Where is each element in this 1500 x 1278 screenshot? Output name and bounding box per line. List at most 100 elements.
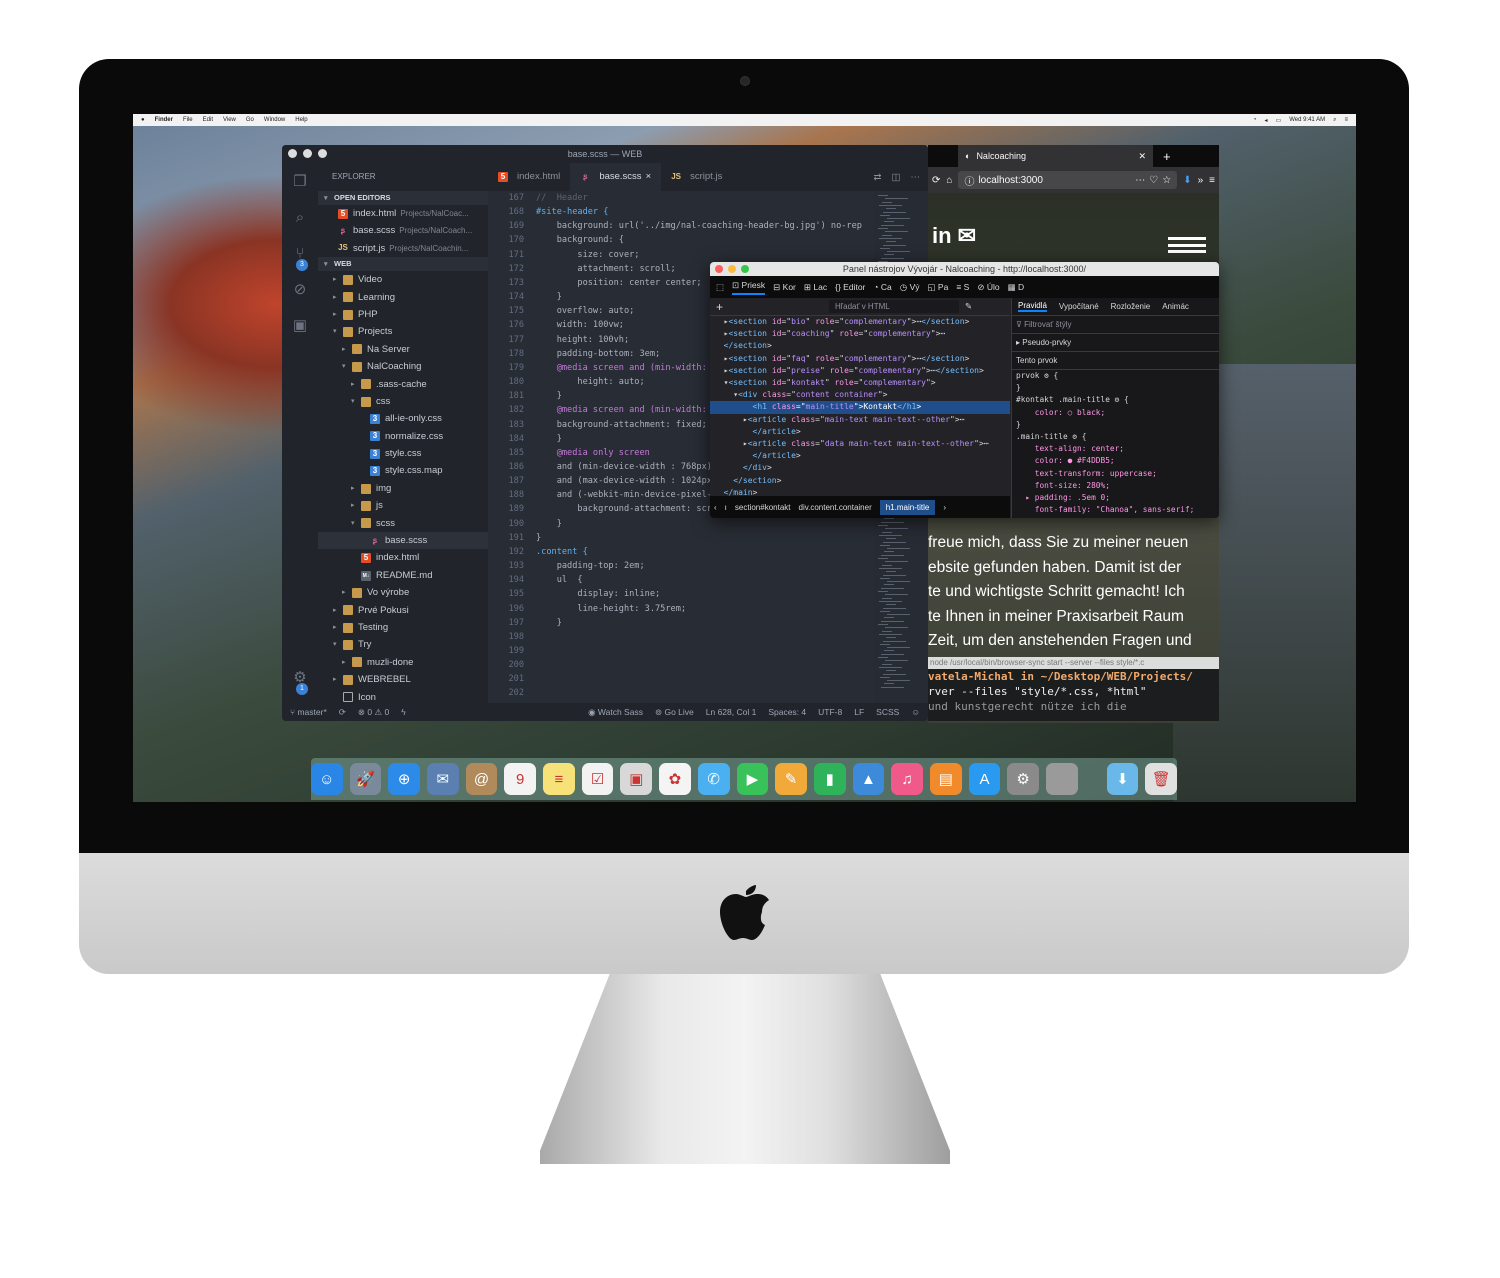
dock-trash-icon[interactable]: 🗑 (1145, 763, 1178, 795)
dock-facetime-icon[interactable]: ▶ (736, 763, 769, 795)
overflow-icon[interactable]: » (1198, 175, 1204, 186)
close-button[interactable] (288, 149, 297, 158)
open-editor-item[interactable]: JS script.js Projects/NalCoachin... (318, 240, 488, 257)
markup-node[interactable]: </section> (710, 475, 1010, 487)
tree-folder[interactable]: ▾ NalCoaching (318, 358, 488, 375)
filter-styles-input[interactable]: ⊽ Filtrovať štýly (1012, 316, 1219, 334)
devtools-tab[interactable]: ⊟ Kor (773, 282, 796, 293)
tree-file[interactable]: 3 normalize.css (318, 428, 488, 445)
linkedin-mail-icons[interactable]: in ✉ (932, 223, 976, 249)
smiley-icon[interactable]: ☺ (911, 707, 920, 718)
tree-file[interactable]: M↓ README.md (318, 567, 488, 584)
tree-folder[interactable]: ▸ img (318, 480, 488, 497)
web-section[interactable]: ▾ WEB (318, 257, 488, 272)
tree-folder[interactable]: ▸ PHP (318, 306, 488, 323)
zoom-button[interactable] (318, 149, 327, 158)
markup-node[interactable]: ▸<article class="data main-text main-tex… (710, 438, 1010, 450)
volume-icon[interactable]: ◂ (1265, 117, 1268, 124)
devtools-tab[interactable]: ≡ S (956, 282, 969, 292)
debug-icon[interactable]: ⊘ (289, 279, 311, 301)
tree-folder[interactable]: ▾ Try (318, 636, 488, 653)
editor-tab[interactable]: ʂ base.scss × (570, 163, 662, 191)
url-bar[interactable]: ⓘ localhost:3000 ⋯ ♡ ☆ (958, 171, 1178, 189)
menu-item-window[interactable]: Window (264, 117, 285, 123)
markup-node[interactable]: <h1 class="main-title">Kontakt</h1> (710, 401, 1010, 414)
devtools-tab[interactable]: ◔ Ca (873, 282, 891, 292)
devtools-tab[interactable]: {} Editor (835, 282, 865, 292)
reload-icon[interactable]: ⟳ (932, 175, 940, 186)
info-icon[interactable]: ⓘ (964, 173, 974, 188)
tree-folder[interactable]: ▸ WEBREBEL (318, 671, 488, 688)
tree-folder[interactable]: ▾ scss (318, 515, 488, 532)
markup-node[interactable]: </article> (710, 450, 1010, 462)
tree-folder[interactable]: ▸ Na Server (318, 341, 488, 358)
compare-icon[interactable]: ⇄ (874, 172, 882, 183)
tree-file[interactable]: 5 index.html (318, 549, 488, 566)
hamburger-menu-icon[interactable]: ≡ (1209, 175, 1215, 186)
markup-node[interactable]: ▸<section id="coaching" role="complement… (710, 328, 1010, 340)
menu-item-go[interactable]: Go (246, 117, 254, 123)
pocket-icon[interactable]: ♡ (1149, 175, 1158, 186)
markup-node[interactable]: </section> (710, 340, 1010, 352)
open-editors-section[interactable]: ▾ OPEN EDITORS (318, 191, 488, 205)
zoom-button[interactable] (741, 265, 749, 273)
tree-folder[interactable]: ▸ Vo výrobe (318, 584, 488, 601)
markup-node[interactable]: </div> (710, 462, 1010, 474)
pseudo-elements-toggle[interactable]: ▸ Pseudo-prvky (1012, 334, 1219, 352)
markup-node[interactable]: ▸<article class="main-text main-text--ot… (710, 414, 1010, 426)
dock-safari-icon[interactable]: ⊕ (388, 763, 420, 795)
language-mode[interactable]: SCSS (876, 707, 899, 718)
dock-app-store-icon[interactable]: A (968, 763, 1001, 795)
devtools-tab[interactable]: ⊘ Úlo (977, 282, 999, 293)
dock-mail-icon[interactable]: ✉ (427, 763, 459, 795)
dock-keynote-icon[interactable]: ▲ (852, 763, 885, 795)
close-tab-icon[interactable]: × (646, 163, 652, 191)
crumb-prev-icon[interactable]: ‹ (714, 503, 717, 512)
close-tab-icon[interactable]: ✕ (1138, 151, 1146, 162)
add-node-icon[interactable]: + (716, 300, 723, 314)
tree-file[interactable]: ʂ base.scss (318, 532, 488, 550)
browser-tab[interactable]: ◐ Nalcoaching ✕ (958, 145, 1153, 167)
tree-folder[interactable]: ▸ js (318, 497, 488, 514)
tree-folder[interactable]: ▾ Projects (318, 323, 488, 340)
dock-itunes-icon[interactable]: ♫ (891, 763, 923, 795)
close-button[interactable] (715, 265, 723, 273)
devtools-tab[interactable]: ⊡ Priesk (732, 280, 766, 295)
more-actions-icon[interactable]: ⋯ (911, 172, 921, 183)
dock-notes-icon[interactable]: ≡ (543, 763, 575, 795)
tree-folder[interactable]: ▸ Video (318, 271, 488, 288)
home-icon[interactable]: ⌂ (946, 175, 952, 186)
css-rules[interactable]: prvok ⚙ {} #kontakt .main-title ⚙ { color… (1012, 370, 1219, 516)
devtools-tab[interactable]: ◱ Pa (928, 282, 949, 293)
dock-downloads-icon[interactable]: ⬇ (1106, 763, 1139, 795)
markup-node[interactable]: ▸<section id="faq" role="complementary">… (710, 353, 1010, 365)
notifications-icon[interactable]: ≡ (1344, 117, 1348, 124)
element-picker-icon[interactable]: ⬚ (716, 282, 724, 293)
tree-file[interactable]: 3 style.css (318, 445, 488, 462)
tree-folder[interactable]: ▸ Prvé Pokusi (318, 602, 488, 619)
dock-preview-icon[interactable]: ▣ (620, 763, 653, 795)
dock-reminders-icon[interactable]: ☑ (581, 763, 614, 795)
dock-calendar-icon[interactable]: 9 (504, 763, 537, 795)
extensions-icon[interactable]: ▣ (289, 315, 311, 337)
menu-item-finder[interactable]: Finder (155, 117, 173, 123)
new-tab-icon[interactable]: + (1163, 149, 1171, 164)
html-search-input[interactable]: Hľadať v HTML (829, 300, 960, 313)
tree-folder[interactable]: ▾ css (318, 393, 488, 410)
search-icon[interactable]: ⌕ (289, 207, 311, 229)
rules-tab[interactable]: Vypočítané (1059, 302, 1099, 311)
line-ending[interactable]: LF (854, 707, 864, 718)
rules-tab[interactable]: Rozloženie (1111, 302, 1151, 311)
watch-sass-button[interactable]: ◉ Watch Sass (588, 707, 643, 718)
open-editor-item[interactable]: ʂ base.scss Projects/NalCoach... (318, 222, 488, 239)
bookmark-star-icon[interactable]: ☆ (1162, 175, 1171, 186)
menu-item-edit[interactable]: Edit (203, 117, 213, 123)
dock-ibooks-icon[interactable]: ▤ (929, 763, 962, 795)
devtools-tab[interactable]: ▦ D (1008, 282, 1025, 293)
tree-folder[interactable]: ▸ .sass-cache (318, 376, 488, 393)
breadcrumb-item[interactable]: div.content.container (799, 503, 872, 512)
battery-icon[interactable]: ▭ (1276, 117, 1282, 124)
dock-finder-icon[interactable]: ☺ (310, 763, 343, 795)
files-icon[interactable]: ❐ (289, 171, 311, 193)
site-menu-icon[interactable] (1168, 237, 1206, 253)
